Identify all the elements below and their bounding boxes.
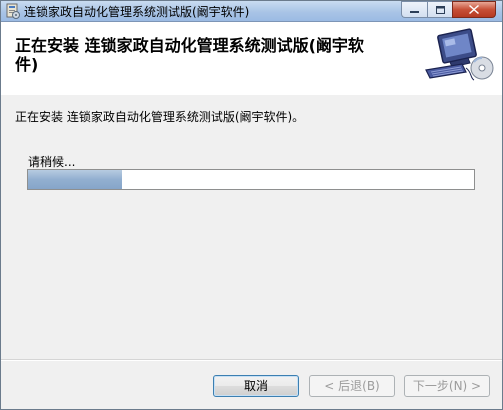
page-title: 正在安装 连锁家政自动化管理系统测试版(阚宇软件) bbox=[15, 36, 364, 74]
minimize-button[interactable] bbox=[401, 1, 427, 18]
status-text: 正在安装 连锁家政自动化管理系统测试版(阚宇软件)。 bbox=[15, 110, 305, 124]
close-icon bbox=[469, 5, 479, 14]
installer-icon bbox=[6, 3, 20, 19]
minimize-icon bbox=[410, 10, 419, 13]
footer-divider-highlight bbox=[1, 360, 502, 361]
cancel-button[interactable]: 取消 bbox=[213, 375, 299, 397]
banner-separator bbox=[1, 94, 502, 95]
window-title: 连锁家政自动化管理系统测试版(阚宇软件) bbox=[24, 5, 250, 19]
window-controls bbox=[401, 1, 496, 19]
maximize-icon bbox=[435, 5, 445, 14]
close-button[interactable] bbox=[452, 1, 496, 18]
maximize-button[interactable] bbox=[427, 1, 452, 18]
progress-bar bbox=[27, 169, 475, 190]
computer-install-icon bbox=[425, 28, 494, 81]
title-bar[interactable]: 连锁家政自动化管理系统测试版(阚宇软件) bbox=[1, 1, 502, 22]
back-button[interactable]: < 后退(B) bbox=[309, 375, 395, 397]
progress-fill bbox=[28, 170, 122, 189]
header-banner: 正在安装 连锁家政自动化管理系统测试版(阚宇软件) bbox=[1, 22, 502, 95]
next-button[interactable]: 下一步(N) > bbox=[404, 375, 490, 397]
installer-window: 连锁家政自动化管理系统测试版(阚宇软件) 正在安装 连锁家政自动化管理系统测试版… bbox=[0, 0, 503, 410]
wait-text: 请稍候... bbox=[28, 155, 76, 169]
